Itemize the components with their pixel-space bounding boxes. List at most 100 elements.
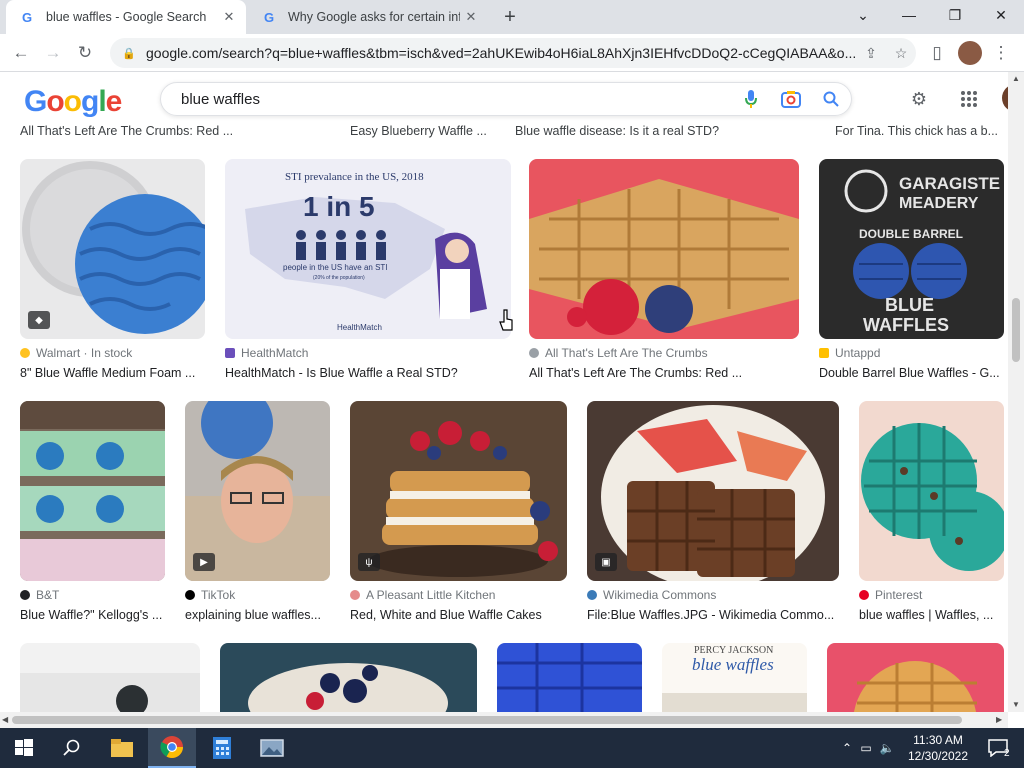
result-source[interactable]: A Pleasant Little Kitchen (350, 588, 567, 602)
image-result-waffle-plate[interactable]: ▣ (587, 401, 839, 581)
browser-menu-icon[interactable]: ⋮ (988, 40, 1014, 66)
result-caption[interactable]: Double Barrel Blue Waffles - G... (819, 366, 1004, 380)
result-source[interactable]: All That's Left Are The Crumbs (529, 346, 799, 360)
photos-app-icon[interactable] (248, 728, 296, 768)
result-caption[interactable]: HealthMatch - Is Blue Waffle a Real STD? (225, 366, 511, 380)
clock-date: 12/30/2022 (907, 749, 969, 763)
source-label: HealthMatch (241, 346, 309, 360)
google-logo[interactable]: Google (24, 85, 122, 119)
result-caption[interactable]: blue waffles | Waffles, ... (859, 608, 1004, 622)
caption-text[interactable]: For Tina. This chick has a b... (835, 124, 1005, 138)
taskbar-search-icon[interactable] (48, 728, 96, 768)
site-icon (529, 348, 539, 358)
image-result-row3-5[interactable] (827, 643, 1004, 712)
microphone-icon[interactable] (731, 89, 771, 109)
healthmatch-icon (225, 348, 235, 358)
google-header: Google blue waffles ⚙ (0, 72, 1024, 126)
image-result-waffle-cakes[interactable]: ψ (350, 401, 567, 581)
apps-grid-icon[interactable] (956, 86, 982, 112)
close-window-button[interactable]: ✕ (978, 0, 1024, 30)
minimize-button[interactable]: — (886, 0, 932, 30)
result-caption[interactable]: Red, White and Blue Waffle Cakes (350, 608, 567, 622)
image-result-foam-pad[interactable]: ◆ (20, 159, 205, 339)
horizontal-scroll-thumb[interactable] (12, 716, 962, 724)
image-result-row3-2[interactable] (220, 643, 477, 712)
image-result-row3-3[interactable] (497, 643, 642, 712)
chrome-taskbar-icon[interactable] (148, 728, 196, 768)
close-tab-icon[interactable]: ✕ (460, 6, 482, 28)
image-result-row3-1[interactable] (20, 643, 200, 712)
image-result-mead-can[interactable]: GARAGISTE MEADERY DOUBLE BARREL BLUE WAF… (819, 159, 1004, 339)
file-explorer-icon[interactable] (98, 728, 146, 768)
restore-button[interactable]: ❐ (932, 0, 978, 30)
recipe-icon: ψ (358, 553, 380, 571)
scroll-down-arrow-icon[interactable]: ▼ (1012, 700, 1020, 709)
result-source[interactable]: B&T (20, 588, 165, 602)
tab-search-icon[interactable]: ⌄ (840, 0, 886, 30)
back-button[interactable]: ← (8, 40, 34, 66)
result-source[interactable]: Walmart · In stock (20, 346, 205, 360)
windows-start-icon[interactable] (0, 728, 48, 768)
result-source[interactable]: TikTok (185, 588, 330, 602)
side-panel-icon[interactable]: ▯ (924, 40, 950, 66)
caption-text[interactable]: Blue waffle disease: Is it a real STD? (515, 124, 805, 138)
caption-text[interactable]: All That's Left Are The Crumbs: Red ... (20, 124, 320, 138)
tab-title: blue waffles - Google Search (46, 10, 207, 24)
image-result-waffle-berries[interactable] (529, 159, 799, 339)
profile-avatar[interactable] (958, 41, 982, 65)
search-icon[interactable] (811, 91, 851, 107)
book-title-2: blue waffles (692, 655, 774, 674)
notifications-icon[interactable]: 2 (978, 728, 1018, 768)
image-result-healthmatch[interactable]: STI prevalance in the US, 2018 1 in 5 pe… (225, 159, 511, 339)
wikimedia-icon (587, 590, 597, 600)
search-box[interactable]: blue waffles (160, 82, 852, 116)
bookmark-star-icon[interactable]: ☆ (886, 45, 916, 62)
infographic-note: (20% of the population) (313, 275, 365, 281)
image-result-row3-4[interactable]: PERCY JACKSON blue waffles (662, 643, 807, 712)
new-tab-button[interactable]: + (498, 5, 522, 29)
image-result-tiktok[interactable]: ▶ (185, 401, 330, 581)
scroll-left-arrow-icon[interactable]: ◀ (2, 715, 8, 724)
notification-count: 2 (1004, 748, 1010, 759)
result-source[interactable]: Wikimedia Commons (587, 588, 839, 602)
volume-icon[interactable]: 🔈 (876, 741, 898, 755)
scroll-right-arrow-icon[interactable]: ▶ (996, 715, 1002, 724)
search-query[interactable]: blue waffles (181, 91, 731, 108)
result-caption[interactable]: File:Blue Waffles.JPG - Wikimedia Commo.… (587, 608, 839, 622)
close-tab-icon[interactable]: ✕ (218, 6, 240, 28)
source-label: Untappd (835, 346, 881, 360)
calculator-icon[interactable] (198, 728, 246, 768)
result-caption[interactable]: explaining blue waffles... (185, 608, 330, 622)
site-icon (20, 590, 30, 600)
vertical-scrollbar[interactable]: ▲ ▼ (1008, 72, 1024, 712)
share-icon[interactable]: ⇪ (856, 45, 886, 62)
tab-why-google[interactable]: G Why Google asks for certain info ✕ (252, 0, 488, 34)
result-caption[interactable]: Blue Waffle?" Kellogg's ... (20, 608, 165, 622)
site-icon (350, 590, 360, 600)
lens-camera-icon[interactable] (771, 90, 811, 108)
result-source[interactable]: Pinterest (859, 588, 1004, 602)
vertical-scroll-thumb[interactable] (1012, 298, 1020, 362)
can-text-1: GARAGISTE (899, 174, 1001, 193)
image-result-teal-waffles[interactable] (859, 401, 1004, 581)
forward-button[interactable]: → (40, 40, 66, 66)
reload-button[interactable]: ↻ (72, 40, 98, 66)
result-source[interactable]: HealthMatch (225, 346, 511, 360)
settings-gear-icon[interactable]: ⚙ (906, 86, 932, 112)
scroll-up-arrow-icon[interactable]: ▲ (1012, 74, 1020, 83)
address-bar[interactable]: 🔒 google.com/search?q=blue+waffles&tbm=i… (110, 38, 916, 68)
infographic-brand: HealthMatch (337, 323, 382, 332)
result-caption[interactable]: All That's Left Are The Crumbs: Red ... (529, 366, 799, 380)
can-text-3: DOUBLE BARREL (859, 227, 963, 241)
source-label: All That's Left Are The Crumbs (545, 346, 708, 360)
tray-chevron-up-icon[interactable]: ⌃ (838, 741, 856, 755)
horizontal-scrollbar[interactable]: ◀ ▶ (0, 712, 1008, 728)
network-icon[interactable]: ▭ (856, 741, 876, 755)
result-source[interactable]: Untappd (819, 346, 1004, 360)
tab-title: Why Google asks for certain info (288, 10, 460, 24)
tab-google-search[interactable]: G blue waffles - Google Search ✕ (6, 0, 246, 34)
taskbar-clock[interactable]: 11:30 AM 12/30/2022 (905, 732, 971, 764)
result-caption[interactable]: 8" Blue Waffle Medium Foam ... (20, 366, 205, 380)
image-result-cereal-boxes[interactable] (20, 401, 165, 581)
caption-text[interactable]: Easy Blueberry Waffle ... (350, 124, 500, 138)
